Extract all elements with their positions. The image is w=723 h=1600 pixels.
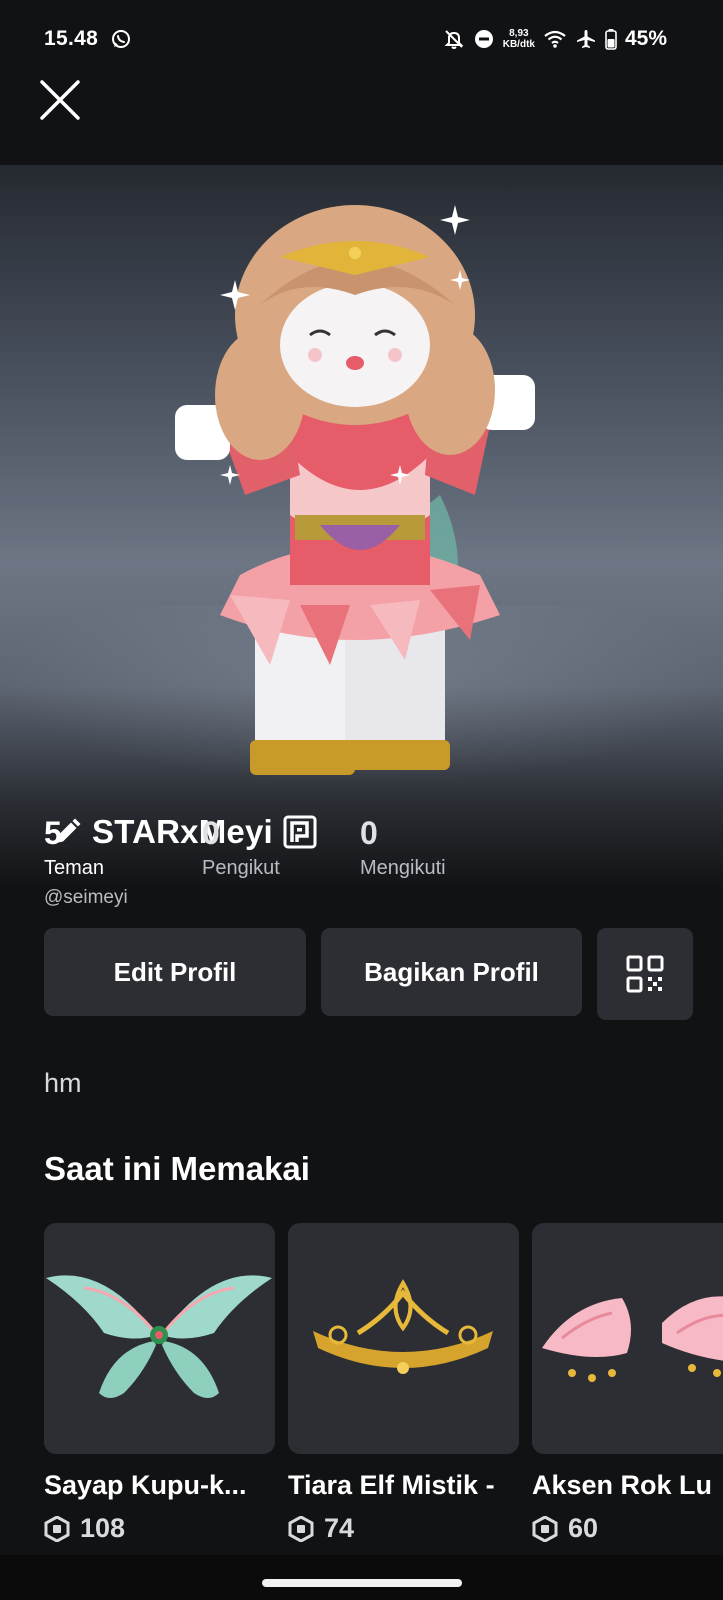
item-price: 60 (568, 1513, 599, 1543)
share-profile-button[interactable]: Bagikan Profil (321, 928, 582, 1016)
status-bar: 15.48 8,93 KB/dtk 45% (0, 0, 723, 80)
wearing-item-card[interactable]: Tiara Elf Mistik - 74 (288, 1223, 519, 1544)
do-not-disturb-icon (474, 30, 493, 48)
speed-unit: KB/dtk (502, 39, 535, 50)
stat-label: Mengikuti (360, 857, 446, 879)
battery-icon (605, 29, 617, 50)
robux-icon (532, 1515, 558, 1542)
stat-value: 0 (202, 815, 220, 851)
navigation-bar (0, 1555, 723, 1600)
wearing-item-card[interactable]: Sayap Kupu-k... 108 (44, 1223, 275, 1544)
wearing-items-carousel[interactable]: Sayap Kupu-k... 108 Tiara Elf Mistik - 7… (44, 1223, 723, 1553)
qr-code-icon (626, 955, 664, 993)
robux-icon (288, 1515, 314, 1542)
qr-code-button[interactable] (597, 928, 693, 1020)
profile-bio: hm (44, 1068, 82, 1098)
stat-value: 5 (44, 815, 62, 851)
butterfly-wings-image (46, 1275, 272, 1398)
bell-off-icon (444, 30, 464, 49)
item-thumbnail (288, 1223, 519, 1454)
item-name: Sayap Kupu-k... (44, 1470, 247, 1500)
item-price-row: 60 (532, 1513, 723, 1544)
tiara-image (313, 1279, 493, 1374)
stat-label: Teman (44, 857, 105, 879)
item-price: 74 (324, 1513, 355, 1543)
speed-value: 8,93 (509, 28, 529, 39)
airplane-icon (576, 30, 595, 48)
battery-percent: 45% (624, 27, 667, 50)
avatar-image[interactable] (170, 195, 550, 815)
item-thumbnail (44, 1223, 275, 1454)
stat-value: 0 (360, 815, 378, 851)
item-price-row: 108 (44, 1513, 275, 1544)
wearing-item-card[interactable]: Aksen Rok Lu 60 (532, 1223, 723, 1544)
close-icon (40, 80, 80, 120)
status-icons: 8,93 KB/dtk 45% (443, 26, 667, 52)
item-name: Tiara Elf Mistik - (288, 1470, 495, 1500)
item-price: 108 (80, 1513, 126, 1543)
home-indicator[interactable] (262, 1579, 462, 1587)
robux-icon (44, 1515, 70, 1542)
stat-following[interactable]: 0 Mengikuti (360, 815, 518, 880)
profile-stats: 5 Teman 0 Pengikut 0 Mengikuti (44, 815, 518, 880)
username: @seimeyi (44, 887, 128, 908)
avatar-scene: STARxMeyi @seimeyi (0, 165, 723, 908)
stat-friends[interactable]: 5 Teman (44, 815, 202, 880)
network-speed: 8,93 KB/dtk (503, 28, 535, 50)
edit-profile-button[interactable]: Edit Profil (44, 928, 306, 1016)
item-name: Aksen Rok Lu (532, 1470, 713, 1500)
stat-followers[interactable]: 0 Pengikut (202, 815, 360, 880)
skirt-accent-image (542, 1296, 723, 1382)
whatsapp-icon (112, 30, 130, 48)
wifi-icon (544, 30, 566, 48)
stat-label: Pengikut (202, 857, 280, 879)
status-time: 15.48 (44, 27, 99, 50)
item-price-row: 74 (288, 1513, 519, 1544)
close-button[interactable] (38, 78, 82, 122)
currently-wearing-title: Saat ini Memakai (44, 1150, 310, 1187)
item-thumbnail (532, 1223, 723, 1454)
